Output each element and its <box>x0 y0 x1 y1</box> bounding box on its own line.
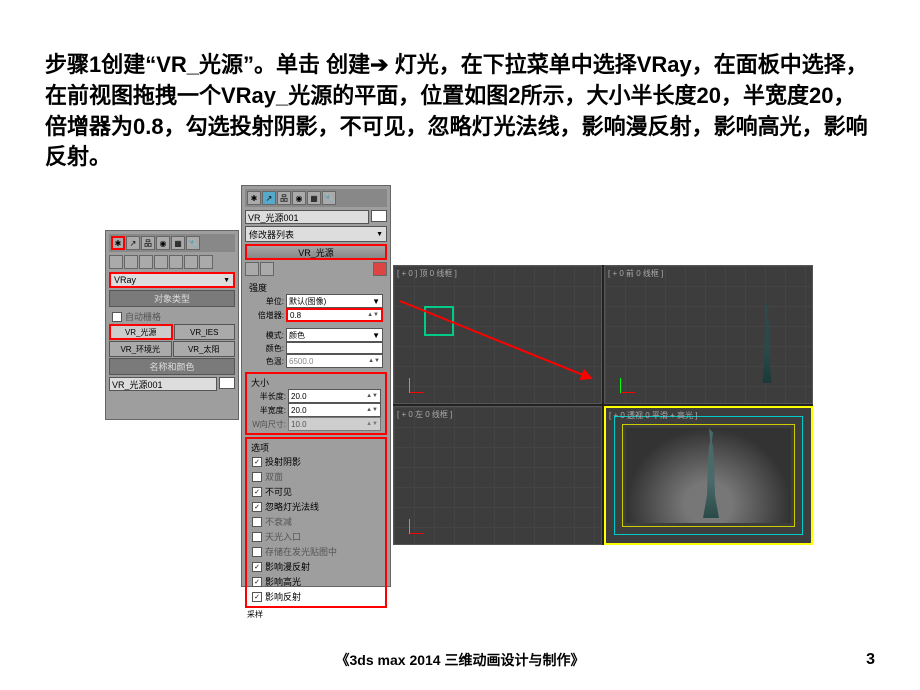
perspective-viewport[interactable]: [ + 0 透视 0 平滑 + 高光 ] <box>604 406 813 545</box>
lights-icon[interactable] <box>139 255 153 269</box>
affect-refl-checkbox[interactable]: ✓ <box>252 592 262 602</box>
object-name-input[interactable] <box>109 377 217 391</box>
top-viewport[interactable]: [ + 0 ] 顶 0 线框 ] <box>393 265 602 404</box>
vr-ies-button[interactable]: VR_IES <box>174 324 236 340</box>
page-number: 3 <box>866 651 875 669</box>
affect-spec-checkbox[interactable]: ✓ <box>252 577 262 587</box>
config-icon[interactable] <box>373 262 387 276</box>
cameras-icon[interactable] <box>154 255 168 269</box>
multiplier-label: 倍增器: <box>249 310 284 321</box>
ignore-normals-checkbox[interactable]: ✓ <box>252 502 262 512</box>
temp-input[interactable]: 6500.0▲▼ <box>286 354 383 368</box>
affect-spec-row[interactable]: ✓影响高光 <box>249 574 383 589</box>
slide-title: 步骤1创建“VR_光源”。单击 创建➔ 灯光，在下拉菜单中选择VRay，在面板中… <box>45 50 875 173</box>
double-sided-row[interactable]: 双面 <box>249 469 383 484</box>
vr-light-rollout[interactable]: VR_光源 <box>245 244 387 260</box>
left-viewport[interactable]: [ + 0 左 0 线框 ] <box>393 406 602 545</box>
footer-title: 《3ds max 2014 三维动画设计与制作》 <box>336 650 585 670</box>
screenshot-composite: ✱ ↗ 品 ◉ ▦ 🔧 VRay▼ 对象类型 <box>105 185 875 587</box>
unit-dropdown[interactable]: 默认(图像)▼ <box>286 294 383 308</box>
mode-label: 模式: <box>249 330 284 341</box>
affect-diffuse-checkbox[interactable]: ✓ <box>252 562 262 572</box>
object-color-swatch[interactable] <box>219 377 235 389</box>
modify-tab2-icon[interactable]: ↗ <box>262 191 276 205</box>
systems-icon[interactable] <box>199 255 213 269</box>
unit-label: 单位: <box>249 296 284 307</box>
halflen-label: 半长度: <box>251 391 286 402</box>
double-sided-checkbox[interactable] <box>252 472 262 482</box>
halflen-input[interactable]: 20.0▲▼ <box>288 389 381 403</box>
utilities-tab-icon[interactable]: 🔧 <box>186 236 200 250</box>
modifier-list-dropdown[interactable]: 修改器列表▼ <box>245 226 387 242</box>
skylight-checkbox[interactable] <box>252 532 262 542</box>
create-tab2-icon[interactable]: ✱ <box>247 191 261 205</box>
store-irr-checkbox[interactable] <box>252 547 262 557</box>
no-decay-checkbox[interactable] <box>252 517 262 527</box>
autogrid-row[interactable]: 自动栅格 <box>109 309 235 324</box>
sampling-label: 采样 <box>245 609 387 620</box>
renderer-dropdown[interactable]: VRay▼ <box>109 272 235 288</box>
hierarchy-tab-icon[interactable]: 品 <box>141 236 155 250</box>
invisible-checkbox[interactable]: ✓ <box>252 487 262 497</box>
mod-color-swatch[interactable] <box>371 210 387 222</box>
ignore-normals-row[interactable]: ✓忽略灯光法线 <box>249 499 383 514</box>
spacewarps-icon[interactable] <box>184 255 198 269</box>
panel2-tabs: ✱ ↗ 品 ◉ ▦ 🔧 <box>245 189 387 207</box>
display-tab-icon[interactable]: ▦ <box>171 236 185 250</box>
wsize-label: W向尺寸: <box>251 419 286 430</box>
vr-sun-button[interactable]: VR_太阳 <box>173 341 236 357</box>
geometry-icon[interactable] <box>109 255 123 269</box>
options-group: 选项 ✓投射阴影 双面 ✓不可见 ✓忽略灯光法线 不衰减 天光入口 存储在发光贴… <box>245 437 387 608</box>
helpers-icon[interactable] <box>169 255 183 269</box>
temp-label: 色温: <box>249 356 284 367</box>
viewports: [ + 0 ] 顶 0 线框 ] [ + 0 前 0 线框 ] [ + 0 左 … <box>393 265 813 545</box>
cast-shadow-row[interactable]: ✓投射阴影 <box>249 454 383 469</box>
affect-diffuse-row[interactable]: ✓影响漫反射 <box>249 559 383 574</box>
color-label: 颜色: <box>249 343 284 354</box>
cast-shadow-checkbox[interactable]: ✓ <box>252 457 262 467</box>
stack-icon[interactable] <box>260 262 274 276</box>
vr-ambient-button[interactable]: VR_环境光 <box>109 341 172 357</box>
object-type-header: 对象类型 <box>109 290 235 307</box>
store-irr-row[interactable]: 存储在发光贴图中 <box>249 544 383 559</box>
stack-toolbar <box>245 262 387 276</box>
motion-tab-icon[interactable]: ◉ <box>156 236 170 250</box>
front-viewport[interactable]: [ + 0 前 0 线框 ] <box>604 265 813 404</box>
autogrid-checkbox[interactable] <box>112 312 122 322</box>
category-tabs <box>109 255 235 269</box>
main-tabs: ✱ ↗ 品 ◉ ▦ 🔧 <box>109 234 235 252</box>
shapes-icon[interactable] <box>124 255 138 269</box>
skylight-row[interactable]: 天光入口 <box>249 529 383 544</box>
utilities-tab2-icon[interactable]: 🔧 <box>322 191 336 205</box>
options-label: 选项 <box>249 441 383 454</box>
display-tab2-icon[interactable]: ▦ <box>307 191 321 205</box>
halfwid-input[interactable]: 20.0▲▼ <box>288 403 381 417</box>
multiplier-input[interactable]: 0.8▲▼ <box>286 308 383 322</box>
motion-tab2-icon[interactable]: ◉ <box>292 191 306 205</box>
light-color-swatch[interactable] <box>286 342 383 354</box>
modify-panel: ✱ ↗ 品 ◉ ▦ 🔧 修改器列表▼ VR_光源 <box>241 185 391 587</box>
mod-name-input[interactable] <box>245 210 369 224</box>
modify-tab-icon[interactable]: ↗ <box>126 236 140 250</box>
intensity-label: 强度 <box>247 281 385 294</box>
no-decay-row[interactable]: 不衰减 <box>249 514 383 529</box>
affect-refl-row[interactable]: ✓影响反射 <box>249 589 383 604</box>
name-color-header: 名称和颜色 <box>109 358 235 375</box>
halfwid-label: 半宽度: <box>251 405 286 416</box>
invisible-row[interactable]: ✓不可见 <box>249 484 383 499</box>
vr-light-button[interactable]: VR_光源 <box>109 324 173 340</box>
mode-dropdown[interactable]: 颜色▼ <box>286 328 383 342</box>
size-label: 大小 <box>249 376 383 389</box>
hierarchy-tab2-icon[interactable]: 品 <box>277 191 291 205</box>
create-tab-icon[interactable]: ✱ <box>111 236 125 250</box>
create-panel: ✱ ↗ 品 ◉ ▦ 🔧 VRay▼ 对象类型 <box>105 230 239 420</box>
footer: 《3ds max 2014 三维动画设计与制作》 3 <box>0 650 920 670</box>
wsize-input: 10.0▲▼ <box>288 417 381 431</box>
pin-icon[interactable] <box>245 262 259 276</box>
